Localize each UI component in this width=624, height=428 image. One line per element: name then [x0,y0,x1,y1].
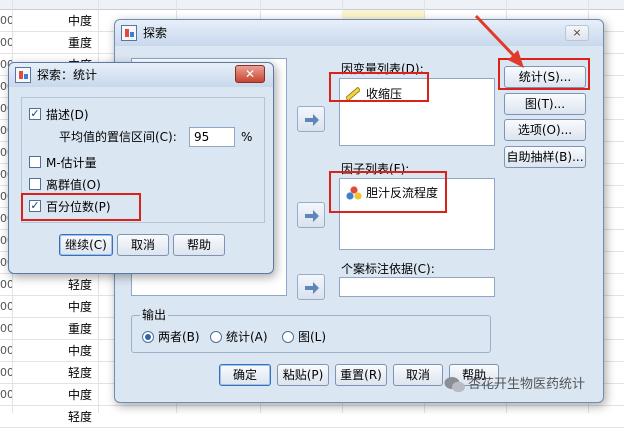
right-arrow-icon [305,114,319,126]
right-arrow-icon [305,282,319,294]
output-plots-label: 图(L) [298,330,327,344]
severity-cell[interactable]: 轻度 [40,362,96,384]
watermark: 杏花开生物医药统计 [444,374,622,396]
radio-dot [210,331,222,343]
statistics-dialog-title: 探索：统计 [37,68,98,82]
plots-button[interactable]: 图(T)... [504,93,586,115]
output-both-label: 两者(B) [158,330,200,344]
row-number-cell[interactable]: 00 [0,296,12,318]
ok-button[interactable]: 确定 [219,364,271,386]
reset-button[interactable]: 重置(R) [335,364,387,386]
close-button[interactable]: × [565,25,589,41]
row-number-cell[interactable]: 00 [0,32,12,54]
continue-button[interactable]: 继续(C) [59,234,113,256]
row-number-cell[interactable]: 00 [0,274,12,296]
cancel-button[interactable]: 取消 [393,364,443,386]
move-to-factor-button[interactable] [297,202,325,228]
row-number-cell[interactable]: 00 [0,362,12,384]
row-number-cell[interactable]: 00 [0,384,12,406]
descriptives-checkbox[interactable]: ✓ 描述(D) [29,107,119,123]
case-label-label: 个案标注依据(C): [341,262,435,276]
column-header-strip [0,0,624,10]
spss-app-icon [15,67,31,83]
m-estimators-checkbox[interactable]: M-估计量 [29,155,119,171]
highlight-box-dependent [329,72,429,102]
table-row: 轻度 [0,406,624,428]
output-stats-label: 统计(A) [226,330,268,344]
right-arrow-icon [305,210,319,222]
descriptives-label: 描述(D) [46,108,89,122]
explore-dialog-title: 探索 [143,26,168,40]
options-button[interactable]: 选项(O)... [504,119,586,141]
bootstrap-button[interactable]: 自助抽样(B)... [504,146,586,168]
watermark-text: 杏花开生物医药统计 [468,377,586,392]
severity-cell[interactable]: 重度 [40,318,96,340]
close-button[interactable]: ✕ [235,65,265,83]
output-plots-radio[interactable]: 图(L) [282,330,342,346]
severity-cell[interactable]: 重度 [40,32,96,54]
ci-input[interactable]: 95 [189,127,235,147]
row-number-cell[interactable]: 00 [0,340,12,362]
paste-button[interactable]: 粘贴(P) [277,364,329,386]
move-to-dependent-button[interactable] [297,106,325,132]
row-number-cell[interactable]: 00 [0,318,12,340]
output-both-radio[interactable]: 两者(B) [142,330,206,346]
severity-cell[interactable]: 中度 [40,296,96,318]
statistics-dialog: 探索：统计 ✕ ✓ 描述(D) 平均值的置信区间(C): 95 % M-估计量 … [8,62,274,274]
output-group: 输出 两者(B) 统计(A) 图(L) [131,308,491,353]
highlight-box-percentiles [21,193,141,221]
spss-app-icon [121,25,137,41]
severity-cell[interactable]: 中度 [40,384,96,406]
ci-percent-label: % [241,130,253,144]
row-number-cell[interactable]: 00 [0,10,12,32]
severity-cell[interactable]: 轻度 [40,406,96,428]
m-estimators-check [29,156,41,168]
severity-cell[interactable]: 中度 [40,340,96,362]
move-to-case-label-button[interactable] [297,274,325,300]
annotation-arrow-icon [474,14,524,68]
statistics-dialog-titlebar: 探索：统计 ✕ [9,63,273,87]
descriptives-check: ✓ [29,107,41,120]
case-label-field[interactable] [339,277,495,297]
outliers-label: 离群值(O) [46,178,101,192]
help-button[interactable]: 帮助 [173,234,225,256]
cancel-button[interactable]: 取消 [117,234,169,256]
outliers-check [29,178,41,190]
ci-label: 平均值的置信区间(C): [59,130,177,144]
output-group-title: 输出 [140,308,169,322]
radio-dot [142,331,154,343]
radio-dot [282,331,294,343]
outliers-checkbox[interactable]: 离群值(O) [29,177,119,193]
output-stats-radio[interactable]: 统计(A) [210,330,276,346]
severity-cell[interactable]: 轻度 [40,274,96,296]
wechat-logo-icon [444,377,465,393]
m-estimators-label: M-估计量 [46,156,97,170]
highlight-box-factor [329,171,447,213]
severity-cell[interactable]: 中度 [40,10,96,32]
